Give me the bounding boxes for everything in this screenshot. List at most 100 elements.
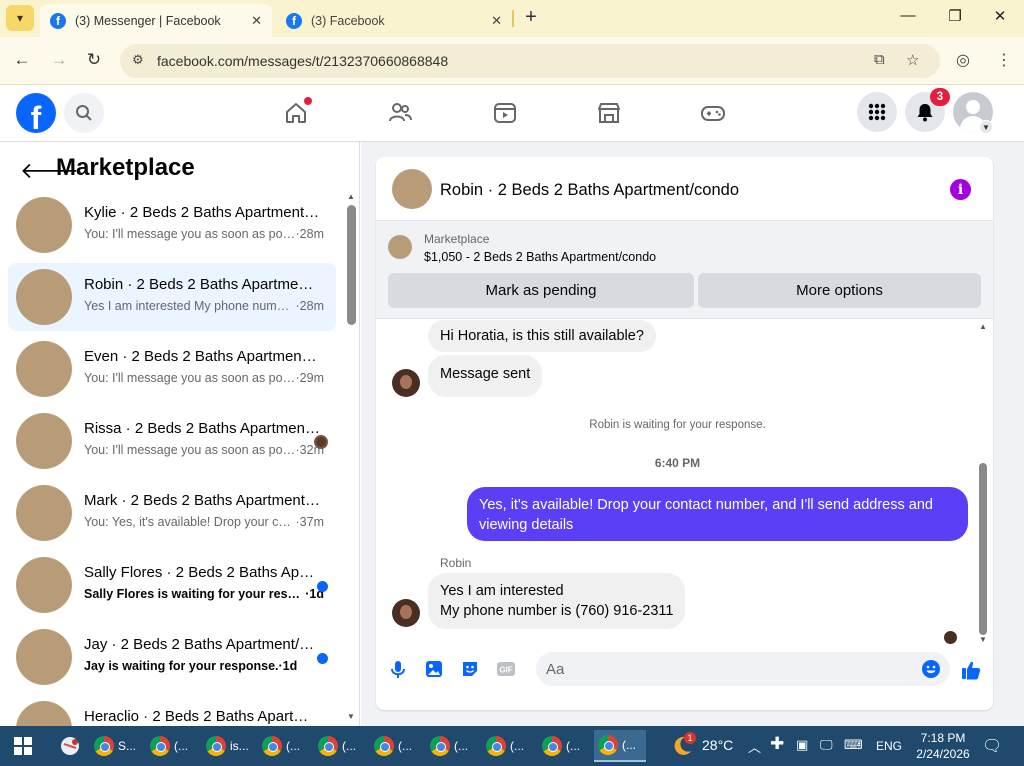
close-window-icon[interactable]: ✕	[990, 7, 1010, 25]
show-hidden-icons-icon[interactable]: ︿	[748, 737, 761, 756]
sticker-icon[interactable]	[460, 659, 480, 679]
reload-button[interactable]: ↻	[84, 50, 104, 70]
taskbar-window-label: (...	[454, 739, 468, 753]
svg-text:GIF: GIF	[499, 666, 512, 675]
conversation-item[interactable]: Kylie · 2 Beds 2 Baths Apartment/condo Yo…	[8, 191, 336, 259]
message-input[interactable]	[536, 652, 950, 686]
gif-icon[interactable]: GIF	[496, 659, 516, 679]
taskbar-chrome-window[interactable]: S...	[90, 730, 142, 762]
scroll-down-arrow[interactable]: ▼	[347, 712, 355, 721]
microphone-icon[interactable]	[388, 659, 408, 679]
taskbar-chrome-window[interactable]: (...	[370, 730, 422, 762]
keyboard-icon[interactable]: ⌨	[844, 737, 863, 753]
message-thread: Hi Horatia, is this still available? Mes…	[376, 319, 993, 645]
forward-button[interactable]: →	[49, 50, 69, 70]
network-icon[interactable]: 🖵	[820, 737, 833, 753]
tab-close-icon[interactable]: ✕	[245, 13, 262, 29]
windows-start-icon[interactable]	[14, 737, 32, 755]
photo-icon[interactable]	[424, 659, 444, 679]
scroll-up-arrow[interactable]: ▲	[347, 192, 355, 201]
browser-menu-icon[interactable]: ⋮	[996, 50, 1012, 70]
chrome-icon	[542, 736, 562, 756]
friends-icon[interactable]	[387, 100, 413, 126]
listing-price-title[interactable]: $1,050 - 2 Beds 2 Baths Apartment/condo	[424, 250, 656, 264]
message-line: My phone number is (760) 916-2311	[440, 603, 674, 619]
app-launcher-icon[interactable]	[58, 734, 84, 758]
chevron-down-icon[interactable]: ▼	[979, 120, 993, 134]
profile-icon[interactable]: ◎	[956, 50, 970, 70]
search-button[interactable]	[64, 93, 104, 133]
tab-title: (3) Messenger | Facebook	[75, 13, 221, 28]
browser-tab-strip: ▾ f (3) Messenger | Facebook ✕ f (3) Fac…	[0, 0, 1024, 37]
back-button[interactable]: ←	[12, 50, 32, 70]
more-options-button[interactable]: More options	[698, 273, 981, 308]
snippet-text: You: Yes, it's available! Drop your cont…	[84, 515, 296, 529]
install-app-icon[interactable]: ⧉	[874, 51, 885, 68]
scroll-up-arrow[interactable]: ▲	[979, 322, 987, 331]
conversation-item[interactable]: Heraclio · 2 Beds 2 Baths Apartment/cond…	[8, 695, 336, 726]
conversation-item[interactable]: Mark · 2 Beds 2 Baths Apartment/condo You…	[8, 479, 336, 547]
conversation-name: Sally Flores · 2 Beds 2 Baths Apartment/…	[84, 564, 320, 581]
message-bubble-outgoing: Yes, it's available! Drop your contact n…	[467, 487, 968, 541]
new-tab-button[interactable]: +	[520, 6, 542, 29]
taskbar-chrome-window[interactable]: (...	[258, 730, 310, 762]
conversation-item[interactable]: Sally Flores · 2 Beds 2 Baths Apartment/…	[8, 551, 336, 619]
message-line: Yes I am interested	[440, 583, 564, 599]
scroll-down-arrow[interactable]: ▼	[979, 635, 987, 644]
action-center-icon[interactable]: 🗨	[982, 736, 1002, 756]
plus-icon[interactable]: ✚	[770, 734, 784, 754]
conversation-item[interactable]: Robin · 2 Beds 2 Baths Apartment/condo Ye…	[8, 263, 336, 331]
notification-count-badge: 3	[930, 88, 950, 106]
emoji-icon[interactable]	[921, 659, 941, 679]
snippet-text: Yes I am interested My phone number is	[84, 299, 296, 313]
tab-close-icon[interactable]: ✕	[485, 13, 502, 29]
taskbar-chrome-window[interactable]: (...	[426, 730, 478, 762]
menu-button[interactable]	[857, 92, 897, 132]
listing-thumbnail	[16, 269, 72, 325]
bookmark-star-icon[interactable]: ☆	[906, 51, 919, 69]
thumbs-up-icon[interactable]	[960, 659, 982, 681]
listing-thumbnail	[16, 341, 72, 397]
system-clock[interactable]: 7:18 PM 2/24/2026	[912, 730, 974, 762]
chat-title[interactable]: Robin · 2 Beds 2 Baths Apartment/condo	[440, 181, 739, 200]
conversation-snippet: You: I'll message you as soon as possibl…	[84, 371, 324, 385]
conversation-item[interactable]: Rissa · 2 Beds 2 Baths Apartment/condo Yo…	[8, 407, 336, 475]
facebook-header: f	[0, 86, 1024, 142]
taskbar-chrome-window[interactable]: (...	[538, 730, 590, 762]
sidebar-scrollbar[interactable]	[347, 205, 356, 325]
camera-icon[interactable]: ▣	[796, 737, 808, 753]
chat-scrollbar[interactable]	[979, 463, 987, 635]
tab-facebook[interactable]: f (3) Facebook ✕	[276, 4, 512, 37]
language-indicator[interactable]: ENG	[876, 739, 902, 753]
info-icon[interactable]: i	[950, 179, 971, 200]
gaming-icon[interactable]	[700, 100, 726, 126]
robin-avatar[interactable]	[392, 599, 420, 627]
mark-as-pending-button[interactable]: Mark as pending	[388, 273, 694, 308]
marketplace-icon[interactable]	[596, 100, 622, 126]
site-info-icon[interactable]: ⚙	[132, 52, 144, 68]
video-icon[interactable]	[492, 100, 518, 126]
listing-thumbnail[interactable]	[392, 169, 432, 209]
address-bar[interactable]: ⚙ facebook.com/messages/t/21323706608688…	[120, 44, 940, 78]
taskbar-chrome-window[interactable]: (...	[146, 730, 198, 762]
taskbar-chrome-window[interactable]: (...	[314, 730, 366, 762]
taskbar-window-label: S...	[118, 739, 137, 753]
sidebar-title: Marketplace	[56, 154, 195, 181]
conversation-snippet: You: Yes, it's available! Drop your cont…	[84, 515, 324, 529]
tab-messenger[interactable]: f (3) Messenger | Facebook ✕	[40, 4, 272, 37]
taskbar-chrome-window[interactable]: is...	[202, 730, 254, 762]
facebook-logo-icon[interactable]: f	[16, 93, 56, 133]
conversation-item[interactable]: Even · 2 Beds 2 Baths Apartment/condo You…	[8, 335, 336, 403]
taskbar-chrome-window[interactable]: (...	[594, 730, 646, 762]
robin-avatar[interactable]	[392, 369, 420, 397]
minimize-icon[interactable]: —	[898, 7, 918, 24]
taskbar-chrome-window[interactable]: (...	[482, 730, 534, 762]
marketplace-listing-card: Marketplace $1,050 - 2 Beds 2 Baths Apar…	[376, 221, 993, 319]
restore-icon[interactable]: ❐	[945, 7, 965, 25]
tab-search-button[interactable]: ▾	[6, 5, 34, 31]
marketplace-label: Marketplace	[424, 232, 490, 246]
conversation-item[interactable]: Jay · 2 Beds 2 Baths Apartment/condo Jay …	[8, 623, 336, 691]
listing-thumbnail	[16, 485, 72, 541]
conversation-snippet: Jay is waiting for your response. ·1d	[84, 659, 324, 673]
temperature[interactable]: 28°C	[702, 737, 733, 753]
